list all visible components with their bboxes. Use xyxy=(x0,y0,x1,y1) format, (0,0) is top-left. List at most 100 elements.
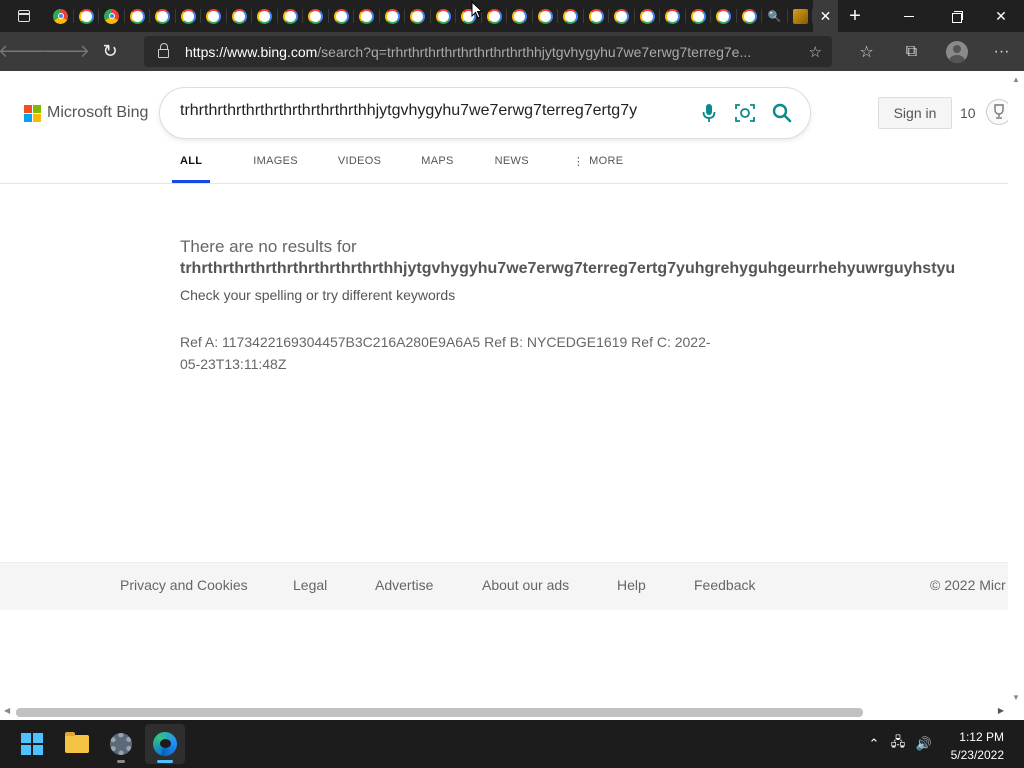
footer-link-help[interactable]: Help xyxy=(617,577,646,593)
tab-actions-button[interactable] xyxy=(0,0,48,32)
horizontal-scroll-thumb[interactable] xyxy=(16,708,863,717)
browser-tab[interactable] xyxy=(507,0,533,32)
browser-tab[interactable] xyxy=(354,0,380,32)
start-button[interactable] xyxy=(12,724,52,764)
lock-icon[interactable] xyxy=(158,43,169,58)
collections-icon[interactable]: ⧉ xyxy=(889,32,934,71)
microsoft-logo-icon xyxy=(24,104,41,122)
browser-tab[interactable]: 🔍 xyxy=(762,0,788,32)
profile-button[interactable] xyxy=(934,32,979,71)
google-favicon-icon xyxy=(716,8,732,24)
scroll-right-icon[interactable]: ▶ xyxy=(998,706,1004,715)
browser-tab[interactable] xyxy=(380,0,406,32)
scroll-down-icon[interactable]: ▼ xyxy=(1012,693,1020,702)
tabs: 🔍 xyxy=(48,0,813,32)
scroll-up-icon[interactable]: ▲ xyxy=(1012,75,1020,84)
browser-tab[interactable] xyxy=(278,0,304,32)
clock[interactable]: 1:12 PM 5/23/2022 xyxy=(951,728,1004,764)
minimize-button[interactable] xyxy=(886,0,932,32)
browser-tab[interactable] xyxy=(660,0,686,32)
browser-tab[interactable] xyxy=(74,0,100,32)
chevron-up-icon[interactable]: ⌃ xyxy=(864,736,884,752)
more-menu-icon[interactable]: ··· xyxy=(979,32,1024,71)
browser-tab[interactable] xyxy=(303,0,329,32)
tab-maps[interactable]: MAPS xyxy=(421,147,453,183)
no-results-message: There are no results for trhrthrthrthrth… xyxy=(180,236,1008,375)
bing-logo[interactable]: Microsoft Bing xyxy=(24,104,148,122)
close-tab-icon[interactable]: ✕ xyxy=(820,8,832,25)
browser-tab[interactable] xyxy=(125,0,151,32)
browser-tab[interactable] xyxy=(48,0,74,32)
browser-tab[interactable] xyxy=(737,0,763,32)
horizontal-scrollbar[interactable]: ◀ ▶ xyxy=(0,704,1008,720)
tab-images[interactable]: IMAGES xyxy=(253,147,298,183)
browser-tab[interactable] xyxy=(482,0,508,32)
tab-more[interactable]: ⋮ MORE xyxy=(573,147,624,183)
search-box xyxy=(160,88,810,138)
no-results-query: trhrthrthrthrthrthrthrthrthrthhjytgvhygy… xyxy=(180,260,956,277)
browser-tab[interactable] xyxy=(635,0,661,32)
volume-icon[interactable]: 🔊 xyxy=(912,736,936,752)
footer-link-about-ads[interactable]: About our ads xyxy=(482,577,569,593)
browser-tab[interactable] xyxy=(711,0,737,32)
back-button[interactable]: 🡐 xyxy=(0,32,46,71)
google-favicon-icon xyxy=(231,8,247,24)
browser-tab[interactable] xyxy=(609,0,635,32)
google-favicon-icon xyxy=(410,8,426,24)
system-tray: ⌃ 🖧 🔊 xyxy=(864,720,936,768)
restore-button[interactable] xyxy=(932,0,978,32)
google-favicon-icon xyxy=(537,8,553,24)
tab-all[interactable]: ALL xyxy=(172,147,211,183)
visual-search-icon[interactable] xyxy=(733,101,757,125)
add-favorite-icon[interactable]: ☆ xyxy=(809,43,822,61)
scroll-left-icon[interactable]: ◀ xyxy=(4,706,10,715)
footer-link-feedback[interactable]: Feedback xyxy=(694,577,755,593)
browser-tab[interactable] xyxy=(227,0,253,32)
tab-active-bing[interactable]: ✕ xyxy=(813,0,838,32)
address-bar[interactable]: https://www.bing.com/search?q=trhrthrthr… xyxy=(144,36,832,67)
new-tab-button[interactable]: + xyxy=(838,0,872,32)
google-favicon-icon xyxy=(206,8,222,24)
url-text[interactable]: https://www.bing.com/search?q=trhrthrthr… xyxy=(185,44,785,60)
footer-link-privacy[interactable]: Privacy and Cookies xyxy=(120,577,248,593)
search-input[interactable] xyxy=(180,102,660,120)
browser-tab[interactable] xyxy=(201,0,227,32)
google-favicon-icon xyxy=(690,8,706,24)
chrome-favicon-icon xyxy=(53,8,69,24)
google-favicon-icon xyxy=(639,8,655,24)
google-favicon-icon xyxy=(665,8,681,24)
sign-in-button[interactable]: Sign in xyxy=(878,97,952,129)
google-favicon-icon xyxy=(180,8,196,24)
browser-tab[interactable] xyxy=(558,0,584,32)
network-icon[interactable]: 🖧 xyxy=(884,733,912,755)
browser-tab[interactable] xyxy=(686,0,712,32)
avatar xyxy=(945,40,968,63)
close-window-button[interactable]: ✕ xyxy=(978,0,1024,32)
browser-tab[interactable] xyxy=(99,0,125,32)
trophy-icon[interactable] xyxy=(986,99,1008,125)
browser-tab[interactable] xyxy=(533,0,559,32)
browser-tab[interactable] xyxy=(431,0,457,32)
rewards-points[interactable]: 10 xyxy=(960,105,976,121)
refresh-button[interactable]: ↻ xyxy=(88,32,132,71)
edge-app-button[interactable] xyxy=(145,724,185,764)
file-explorer-button[interactable] xyxy=(57,724,97,764)
microphone-icon[interactable] xyxy=(697,101,721,125)
browser-tab[interactable] xyxy=(584,0,610,32)
browser-tab[interactable] xyxy=(329,0,355,32)
browser-tab[interactable] xyxy=(150,0,176,32)
search-icon[interactable] xyxy=(770,101,794,125)
tab-news[interactable]: NEWS xyxy=(495,147,529,183)
browser-tab[interactable] xyxy=(788,0,814,32)
settings-app-button[interactable] xyxy=(101,724,141,764)
forward-button[interactable]: 🡒 xyxy=(42,32,90,71)
tab-videos[interactable]: VIDEOS xyxy=(338,147,381,183)
browser-tab[interactable] xyxy=(405,0,431,32)
browser-tab[interactable] xyxy=(252,0,278,32)
footer-link-advertise[interactable]: Advertise xyxy=(375,577,433,593)
vertical-scrollbar[interactable]: ▲ ▼ xyxy=(1008,71,1024,704)
divider xyxy=(0,183,1008,184)
browser-tab[interactable] xyxy=(176,0,202,32)
favorites-icon[interactable]: ☆ xyxy=(844,32,889,71)
footer-link-legal[interactable]: Legal xyxy=(293,577,327,593)
